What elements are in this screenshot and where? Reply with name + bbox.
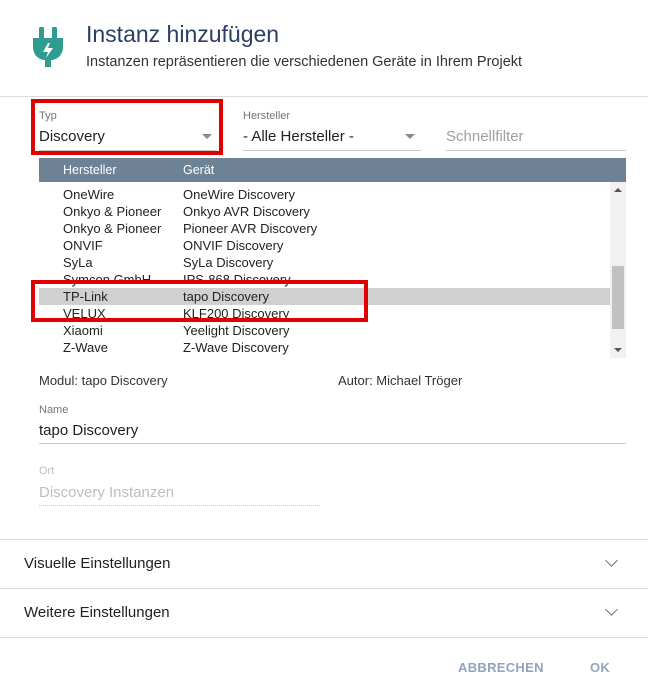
footer-divider (0, 637, 648, 638)
type-label: Typ (39, 110, 57, 122)
scroll-up-icon[interactable] (614, 188, 622, 192)
cell-manufacturer: Onkyo & Pioneer (63, 221, 162, 236)
dialog-title: Instanz hinzufügen (86, 21, 280, 47)
chevron-down-icon (202, 134, 212, 139)
plug-icon (33, 27, 63, 67)
cell-device: KLF200 Discovery (183, 306, 290, 321)
cell-manufacturer: SyLa (63, 255, 93, 270)
table-row-selected[interactable]: TP-Link tapo Discovery (39, 288, 610, 305)
name-underline (39, 443, 626, 444)
cell-device: OneWire Discovery (183, 187, 295, 202)
location-label: Ort (39, 465, 55, 477)
quickfilter-placeholder: Schnellfilter (446, 128, 524, 145)
cell-manufacturer: OneWire (63, 187, 115, 202)
highlight-box-type (31, 99, 223, 155)
name-value: tapo Discovery (39, 422, 139, 439)
location-value: Discovery Instanzen (39, 484, 175, 501)
table-row[interactable]: VELUX KLF200 Discovery (39, 305, 610, 322)
table-row[interactable]: Symcon GmbH IPS-868 Discovery (39, 271, 610, 288)
quickfilter-underline (446, 150, 626, 151)
scrollbar-thumb[interactable] (612, 266, 624, 329)
manufacturer-label: Hersteller (243, 110, 291, 122)
type-underline (39, 150, 217, 151)
section-label: Weitere Einstellungen (24, 604, 170, 621)
device-table: Hersteller Gerät OneWire OneWire Discove… (39, 158, 626, 358)
manufacturer-value: - Alle Hersteller - (243, 128, 354, 145)
cell-device: Yeelight Discovery (183, 323, 290, 338)
cell-device: Z-Wave Discovery (183, 340, 289, 355)
cell-manufacturer: Onkyo & Pioneer (63, 204, 162, 219)
table-row[interactable]: Onkyo & Pioneer Onkyo AVR Discovery (39, 203, 610, 220)
location-underline (39, 505, 320, 506)
chevron-down-icon (405, 134, 415, 139)
cell-manufacturer: ONVIF (63, 238, 103, 253)
chevron-down-icon (605, 554, 618, 567)
scroll-down-icon[interactable] (614, 348, 622, 352)
cell-device: ONVIF Discovery (183, 238, 284, 253)
type-value: Discovery (39, 128, 105, 145)
author-info: Autor: Michael Tröger (338, 373, 463, 388)
cell-manufacturer: VELUX (63, 306, 106, 321)
module-info: Modul: tapo Discovery (39, 373, 168, 388)
cell-manufacturer: Z-Wave (63, 340, 109, 355)
cell-device: tapo Discovery (183, 289, 269, 304)
cell-device: SyLa Discovery (183, 255, 274, 270)
cell-device: Onkyo AVR Discovery (183, 204, 310, 219)
cell-manufacturer: Xiaomi (63, 323, 103, 338)
cancel-button[interactable]: ABBRECHEN (458, 660, 544, 675)
chevron-down-icon (605, 603, 618, 616)
manufacturer-underline (243, 150, 421, 151)
section-visual-settings[interactable]: Visuelle Einstellungen (0, 539, 648, 588)
table-row[interactable]: Onkyo & Pioneer Pioneer AVR Discovery (39, 220, 610, 237)
table-scrollbar[interactable] (610, 182, 626, 358)
table-row[interactable] (39, 168, 610, 185)
table-rows: OneWire OneWire Discovery Onkyo & Pionee… (39, 182, 610, 358)
cell-device: Pioneer AVR Discovery (183, 221, 318, 236)
table-row[interactable]: OneWire OneWire Discovery (39, 186, 610, 203)
dialog-header: Instanz hinzufügen Instanzen repräsentie… (0, 0, 648, 97)
table-row[interactable]: SyLa SyLa Discovery (39, 254, 610, 271)
dialog-subtitle: Instanzen repräsentieren die verschieden… (86, 54, 523, 70)
table-row[interactable]: ONVIF ONVIF Discovery (39, 237, 610, 254)
section-further-settings[interactable]: Weitere Einstellungen (0, 588, 648, 637)
cell-device: IPS-868 Discovery (183, 272, 291, 287)
name-label: Name (39, 404, 69, 416)
cell-manufacturer: TP-Link (63, 289, 108, 304)
section-label: Visuelle Einstellungen (24, 555, 171, 572)
table-row[interactable]: Z-Wave Z-Wave Discovery (39, 339, 610, 356)
table-row[interactable]: Xiaomi Yeelight Discovery (39, 322, 610, 339)
ok-button[interactable]: OK (590, 660, 610, 675)
cell-manufacturer: Symcon GmbH (63, 272, 152, 287)
